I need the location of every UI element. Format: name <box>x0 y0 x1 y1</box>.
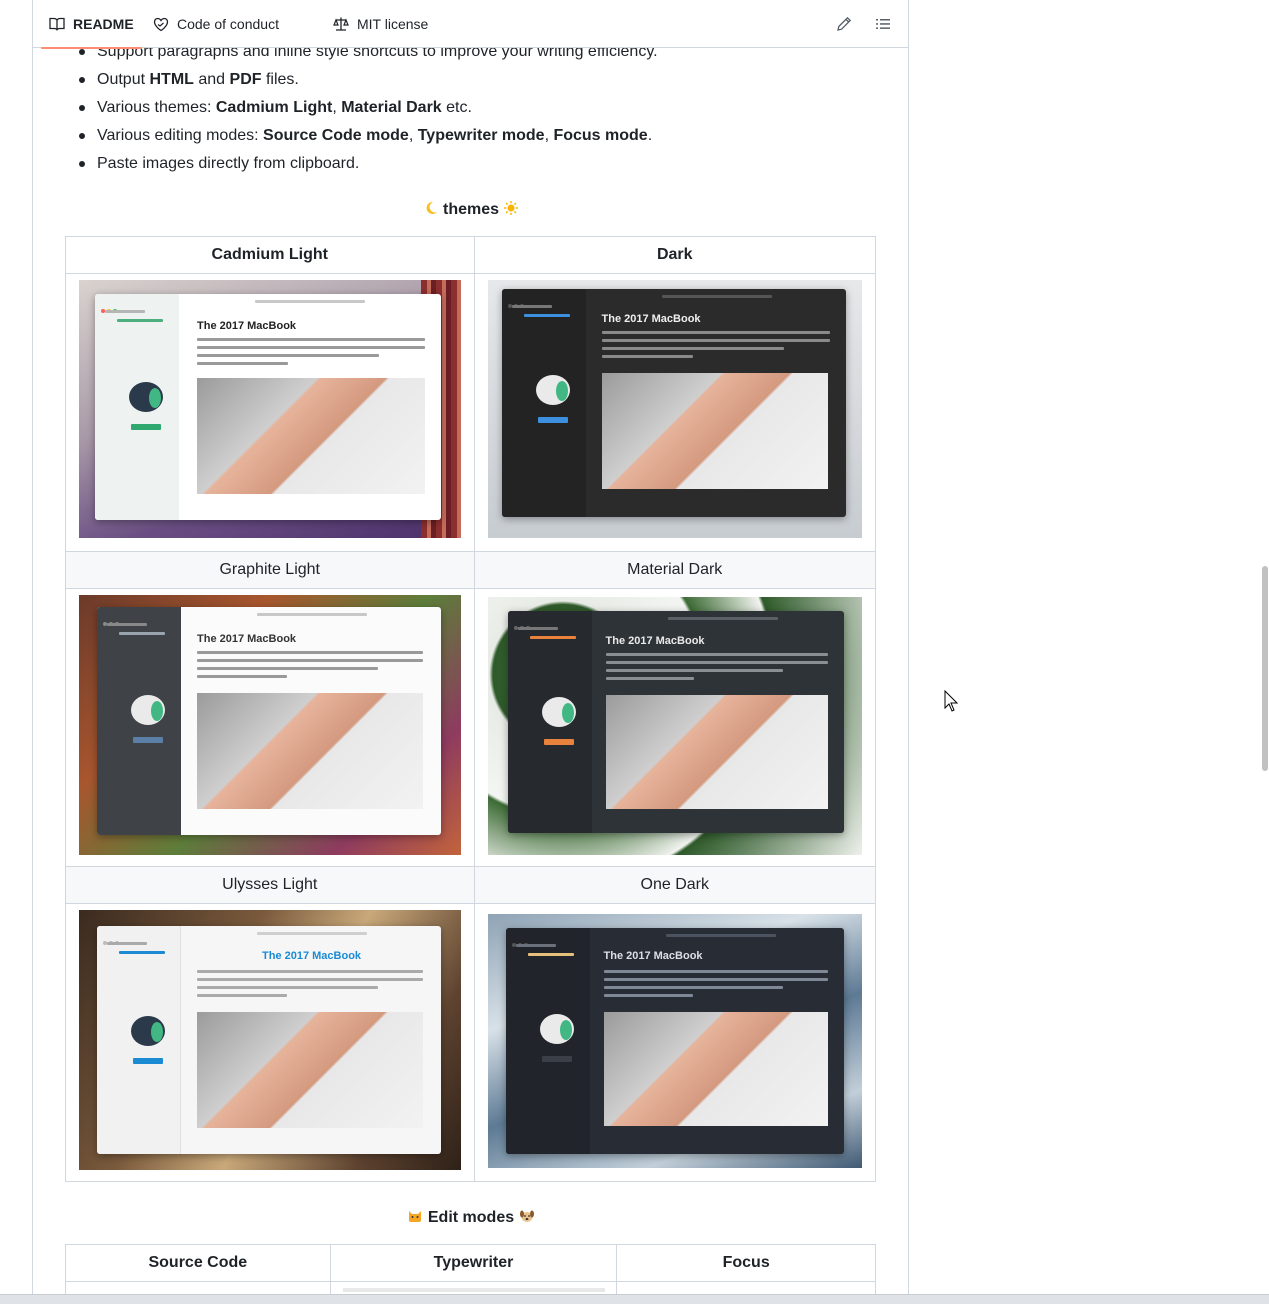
graphite-light-screenshot[interactable]: The 2017 MacBook <box>79 595 461 855</box>
theme-header-graphite-light: Graphite Light <box>65 551 475 589</box>
mode-header-focus: Focus <box>616 1244 876 1282</box>
cadmium-light-cell: The 2017 MacBook <box>65 273 475 552</box>
tab-code-of-conduct-label: Code of conduct <box>177 16 279 32</box>
readme-card: README Code of conduct MIT license Suppo… <box>32 0 909 1304</box>
themes-heading: themes <box>65 200 877 219</box>
ulysses-light-screenshot[interactable]: The 2017 MacBook <box>79 910 461 1170</box>
list-item: Various editing modes: Source Code mode,… <box>65 122 865 150</box>
tab-code-of-conduct[interactable]: Code of conduct <box>153 0 279 48</box>
one-dark-screenshot[interactable]: The 2017 MacBook <box>487 914 862 1168</box>
features-list: Support paragraphs and inline style shor… <box>65 38 865 178</box>
list-icon <box>876 19 890 29</box>
edit-modes-heading: Edit modes <box>65 1208 877 1227</box>
taskbar <box>0 1294 1269 1304</box>
material-dark-screenshot[interactable]: The 2017 MacBook <box>487 597 862 855</box>
theme-header-ulysses-light: Ulysses Light <box>65 866 475 904</box>
mouse-cursor-icon <box>944 690 958 712</box>
theme-header-material-dark: Material Dark <box>473 551 876 589</box>
tab-readme[interactable]: README <box>41 0 142 49</box>
pencil-icon <box>837 16 852 31</box>
theme-header-dark: Dark <box>473 236 876 274</box>
dark-cell: The 2017 MacBook <box>473 273 876 552</box>
crescent-moon-icon <box>426 201 437 214</box>
code-of-conduct-icon <box>153 17 169 32</box>
one-dark-cell: The 2017 MacBook <box>473 903 876 1182</box>
tab-license-label: MIT license <box>357 16 429 32</box>
book-icon <box>49 17 65 31</box>
mode-header-typewriter: Typewriter <box>329 1244 618 1282</box>
dog-face-icon <box>519 1210 534 1222</box>
tab-license[interactable]: MIT license <box>333 0 428 48</box>
scale-icon <box>333 17 349 31</box>
list-item: Paste images directly from clipboard. <box>65 150 865 178</box>
ulysses-light-cell: The 2017 MacBook <box>65 903 475 1182</box>
list-item: Various themes: Cadmium Light, Material … <box>65 94 865 122</box>
material-dark-cell: The 2017 MacBook <box>473 588 876 867</box>
page-scrollbar[interactable] <box>1262 566 1268 771</box>
list-item: Output HTML and PDF files. <box>65 66 865 94</box>
theme-header-cadmium-light: Cadmium Light <box>65 236 475 274</box>
tab-readme-label: README <box>73 16 134 32</box>
dark-screenshot[interactable]: The 2017 MacBook <box>487 280 862 538</box>
table-of-contents-button[interactable] <box>871 12 895 36</box>
sun-icon <box>504 201 519 215</box>
themes-table: Cadmium Light Dark The 2017 MacBook The … <box>65 236 876 1182</box>
cat-face-icon <box>409 1211 422 1222</box>
cadmium-light-screenshot[interactable]: The 2017 MacBook <box>79 280 461 538</box>
mode-header-source-code: Source Code <box>65 1244 331 1282</box>
theme-header-one-dark: One Dark <box>473 866 876 904</box>
graphite-light-cell: The 2017 MacBook <box>65 588 475 867</box>
edit-readme-button[interactable] <box>832 12 856 36</box>
readme-tab-bar: README Code of conduct MIT license <box>33 0 908 49</box>
